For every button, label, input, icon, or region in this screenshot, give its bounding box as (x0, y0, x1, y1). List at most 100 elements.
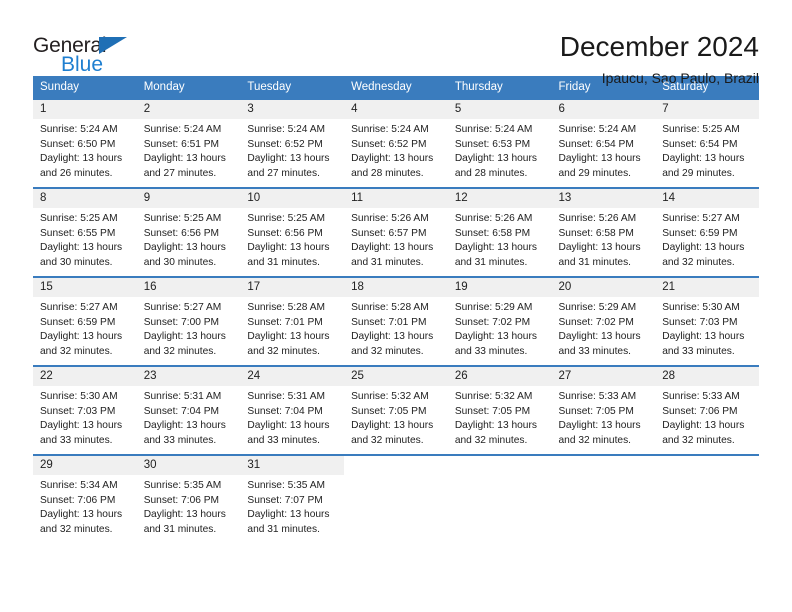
day-number: 12 (447, 189, 552, 209)
sunrise-text: Sunrise: 5:25 AM (662, 124, 740, 136)
daylight-text-line1: Daylight: 13 hours (558, 242, 641, 254)
calendar-day-cell[interactable]: 29 Sunrise: 5:34 AM Sunset: 7:06 PM Dayligh… (33, 454, 137, 544)
sunset-text: Sunset: 7:02 PM (454, 316, 531, 328)
day-details: Sunrise: 5:30 AM Sunset: 7:03 PM Daylight:… (655, 297, 759, 359)
calendar-day-cell[interactable]: 15 Sunrise: 5:27 AM Sunset: 6:59 PM Dayligh… (33, 276, 137, 366)
calendar-week-row: 15 Sunrise: 5:27 AM Sunset: 6:59 PM Dayligh… (33, 276, 759, 366)
daylight-text-line2: and 33 minutes. (40, 434, 113, 446)
daylight-text-line1: Daylight: 13 hours (351, 153, 434, 165)
daylight-text-line1: Daylight: 13 hours (40, 242, 123, 254)
sunrise-text: Sunrise: 5:28 AM (247, 302, 325, 314)
calendar-day-cell[interactable]: 26 Sunrise: 5:32 AM Sunset: 7:05 PM Dayligh… (447, 365, 552, 455)
calendar-day-cell[interactable]: 9 Sunrise: 5:25 AM Sunset: 6:56 PM Daylight… (136, 187, 241, 277)
calendar-day-cell[interactable]: 6 Sunrise: 5:24 AM Sunset: 6:54 PM Daylight… (551, 98, 656, 188)
sunset-text: Sunset: 6:52 PM (247, 138, 323, 150)
day-details: Sunrise: 5:24 AM Sunset: 6:52 PM Daylight:… (344, 119, 448, 181)
day-number (448, 456, 552, 462)
daylight-text-line1: Daylight: 13 hours (40, 420, 123, 432)
sunrise-text: Sunrise: 5:25 AM (143, 213, 222, 225)
calendar-day-cell[interactable]: 4 Sunrise: 5:24 AM Sunset: 6:52 PM Daylight… (344, 98, 448, 188)
calendar-day-cell[interactable]: 8 Sunrise: 5:25 AM Sunset: 6:55 PM Daylight… (33, 187, 137, 277)
calendar-day-cell[interactable]: 22 Sunrise: 5:30 AM Sunset: 7:03 PM Dayligh… (33, 365, 137, 455)
day-details: Sunrise: 5:32 AM Sunset: 7:05 PM Daylight:… (448, 386, 552, 448)
calendar-day-cell[interactable]: 7 Sunrise: 5:25 AM Sunset: 6:54 PM Daylight… (655, 98, 759, 188)
daylight-text-line1: Daylight: 13 hours (454, 242, 537, 254)
sunrise-text: Sunrise: 5:35 AM (143, 480, 222, 492)
calendar-day-cell[interactable]: 2 Sunrise: 5:24 AM Sunset: 6:51 PM Daylight… (136, 98, 241, 188)
calendar-day-cell[interactable]: 12 Sunrise: 5:26 AM Sunset: 6:58 PM Dayligh… (447, 187, 552, 277)
daylight-text-line1: Daylight: 13 hours (40, 509, 123, 521)
daylight-text-line2: and 32 minutes. (662, 434, 735, 446)
sunrise-text: Sunrise: 5:27 AM (40, 302, 118, 314)
sunset-text: Sunset: 6:54 PM (662, 138, 738, 150)
day-number: 20 (551, 278, 656, 298)
daylight-text-line2: and 32 minutes. (351, 434, 424, 446)
calendar-day-cell[interactable]: 24 Sunrise: 5:31 AM Sunset: 7:04 PM Dayligh… (240, 365, 345, 455)
sunrise-text: Sunrise: 5:25 AM (40, 213, 118, 225)
weekday-header-thursday: Thursday (447, 76, 552, 99)
sunset-text: Sunset: 6:53 PM (454, 138, 531, 150)
sunset-text: Sunset: 6:58 PM (454, 227, 531, 239)
calendar-day-cell[interactable]: 13 Sunrise: 5:26 AM Sunset: 6:58 PM Dayligh… (551, 187, 656, 277)
sunrise-sunset-calendar: Sunday Monday Tuesday Wednesday Thursday… (33, 76, 759, 544)
day-details: Sunrise: 5:25 AM Sunset: 6:54 PM Daylight:… (655, 119, 759, 181)
calendar-day-cell[interactable]: 10 Sunrise: 5:25 AM Sunset: 6:56 PM Dayligh… (240, 187, 345, 277)
calendar-day-cell[interactable]: 30 Sunrise: 5:35 AM Sunset: 7:06 PM Dayligh… (136, 454, 241, 544)
sunrise-text: Sunrise: 5:27 AM (143, 302, 222, 314)
day-number: 27 (551, 367, 656, 387)
calendar-day-cell[interactable]: 5 Sunrise: 5:24 AM Sunset: 6:53 PM Daylight… (447, 98, 552, 188)
day-number (344, 456, 448, 462)
calendar-day-cell[interactable]: 14 Sunrise: 5:27 AM Sunset: 6:59 PM Dayligh… (655, 187, 759, 277)
weekday-header-wednesday: Wednesday (344, 76, 448, 99)
daylight-text-line1: Daylight: 13 hours (454, 331, 537, 343)
sunset-text: Sunset: 7:06 PM (40, 494, 116, 506)
calendar-day-cell[interactable]: 20 Sunrise: 5:29 AM Sunset: 7:02 PM Dayligh… (551, 276, 656, 366)
calendar-day-cell[interactable]: 16 Sunrise: 5:27 AM Sunset: 7:00 PM Dayligh… (136, 276, 241, 366)
calendar-day-cell[interactable]: 23 Sunrise: 5:31 AM Sunset: 7:04 PM Dayligh… (136, 365, 241, 455)
day-number: 26 (447, 367, 552, 387)
daylight-text-line2: and 32 minutes. (351, 345, 424, 357)
day-details: Sunrise: 5:31 AM Sunset: 7:04 PM Daylight:… (240, 386, 344, 448)
page-header: General Blue December 2024 Ipaucu, Sao P… (33, 0, 759, 87)
daylight-text-line1: Daylight: 13 hours (558, 153, 641, 165)
day-details: Sunrise: 5:27 AM Sunset: 7:00 PM Daylight:… (137, 297, 241, 359)
daylight-text-line1: Daylight: 13 hours (40, 331, 123, 343)
title-block: December 2024 Ipaucu, Sao Paulo, Brazil (560, 30, 759, 87)
calendar-day-cell[interactable]: 3 Sunrise: 5:24 AM Sunset: 6:52 PM Daylight… (240, 98, 345, 188)
daylight-text-line1: Daylight: 13 hours (247, 331, 330, 343)
day-number: 18 (344, 278, 448, 298)
daylight-text-line2: and 31 minutes. (247, 523, 320, 535)
calendar-day-cell[interactable]: 11 Sunrise: 5:26 AM Sunset: 6:57 PM Dayligh… (344, 187, 448, 277)
day-number (655, 456, 759, 462)
calendar-day-cell[interactable]: 27 Sunrise: 5:33 AM Sunset: 7:05 PM Dayligh… (551, 365, 656, 455)
sunset-text: Sunset: 7:06 PM (662, 405, 738, 417)
daylight-text-line2: and 33 minutes. (662, 345, 735, 357)
calendar-day-cell[interactable]: 18 Sunrise: 5:28 AM Sunset: 7:01 PM Dayligh… (344, 276, 448, 366)
weekday-header-tuesday: Tuesday (240, 76, 345, 99)
daylight-text-line2: and 31 minutes. (454, 256, 528, 268)
daylight-text-line1: Daylight: 13 hours (143, 509, 226, 521)
sunset-text: Sunset: 6:54 PM (558, 138, 634, 150)
general-blue-logo[interactable]: General Blue (33, 30, 153, 80)
calendar-day-cell[interactable]: 1 Sunrise: 5:24 AM Sunset: 6:50 PM Daylight… (33, 98, 137, 188)
calendar-day-cell[interactable]: 28 Sunrise: 5:33 AM Sunset: 7:06 PM Dayligh… (655, 365, 759, 455)
sunset-text: Sunset: 7:05 PM (351, 405, 427, 417)
daylight-text-line1: Daylight: 13 hours (143, 242, 226, 254)
calendar-day-cell[interactable]: 21 Sunrise: 5:30 AM Sunset: 7:03 PM Dayligh… (655, 276, 759, 366)
calendar-day-cell[interactable]: 25 Sunrise: 5:32 AM Sunset: 7:05 PM Dayligh… (344, 365, 448, 455)
daylight-text-line1: Daylight: 13 hours (247, 242, 330, 254)
calendar-day-cell[interactable]: 19 Sunrise: 5:29 AM Sunset: 7:02 PM Dayligh… (447, 276, 552, 366)
calendar-week-row: 29 Sunrise: 5:34 AM Sunset: 7:06 PM Dayligh… (33, 454, 759, 544)
day-number: 24 (240, 367, 345, 387)
day-number: 22 (33, 367, 137, 387)
day-number: 6 (551, 100, 656, 120)
daylight-text-line2: and 27 minutes. (247, 167, 320, 179)
calendar-day-cell[interactable]: 17 Sunrise: 5:28 AM Sunset: 7:01 PM Dayligh… (240, 276, 345, 366)
sunset-text: Sunset: 7:06 PM (143, 494, 220, 506)
calendar-day-cell[interactable]: 31 Sunrise: 5:35 AM Sunset: 7:07 PM Dayligh… (240, 454, 345, 544)
daylight-text-line1: Daylight: 13 hours (662, 153, 745, 165)
day-details: Sunrise: 5:24 AM Sunset: 6:52 PM Daylight:… (240, 119, 344, 181)
day-number: 28 (655, 367, 759, 387)
daylight-text-line1: Daylight: 13 hours (351, 420, 434, 432)
daylight-text-line1: Daylight: 13 hours (454, 420, 537, 432)
